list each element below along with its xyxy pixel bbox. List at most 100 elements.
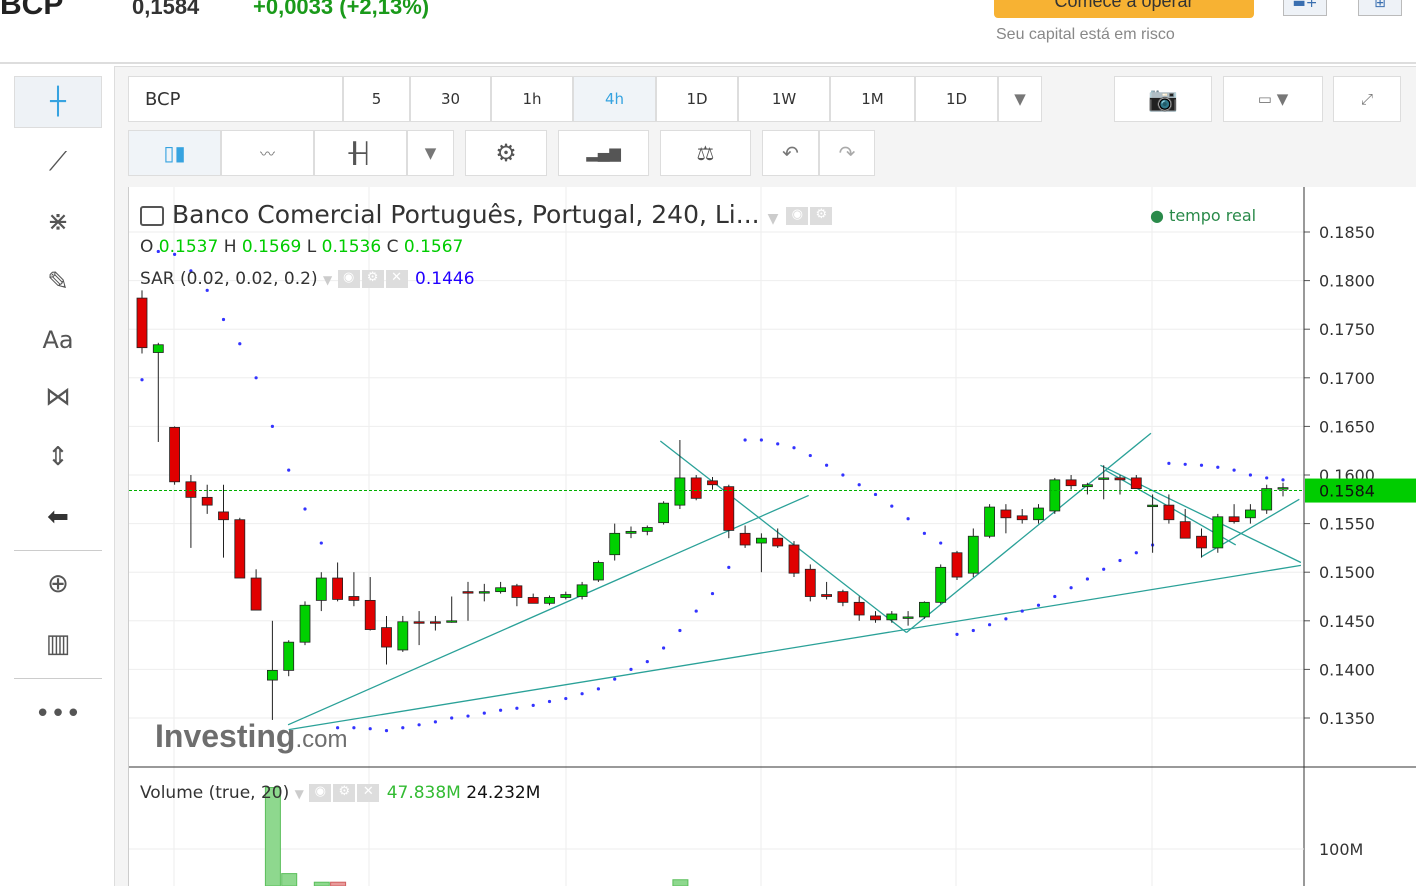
candle-body bbox=[185, 481, 197, 498]
crosshair-icon[interactable]: ┼ bbox=[14, 76, 102, 128]
candle-body bbox=[169, 426, 180, 483]
text-icon[interactable]: Aa bbox=[14, 314, 102, 366]
gear-icon[interactable]: ⚙ bbox=[361, 270, 384, 288]
volume-bar bbox=[330, 881, 347, 887]
volume-tick-label: 100M bbox=[1319, 840, 1363, 859]
sar-dot bbox=[710, 591, 715, 596]
interval-5[interactable]: 5 bbox=[343, 76, 410, 122]
volume-legend: Volume (true, 20) ▼ ◉ ⚙ ✕ 47.838M 24.232M bbox=[140, 783, 541, 803]
sar-dot bbox=[499, 708, 503, 712]
sar-dot bbox=[433, 720, 437, 724]
chart-type-dropdown-icon[interactable]: ▼ bbox=[407, 130, 454, 176]
chart-area[interactable]: 0.1850 0.1800 0.1750 0.1700 0.1650 0.1600 0.15… bbox=[128, 187, 1416, 887]
interval-1w[interactable]: 1W bbox=[738, 76, 830, 122]
candle-body bbox=[788, 544, 800, 574]
sar-dot bbox=[205, 288, 209, 292]
start-trading-button[interactable]: Comece a operar bbox=[994, 0, 1254, 18]
brush-icon[interactable]: ✎ bbox=[14, 256, 102, 308]
interval-1h[interactable]: 1h bbox=[491, 76, 573, 122]
close-icon[interactable]: ✕ bbox=[357, 784, 380, 802]
candle-body bbox=[413, 621, 425, 624]
candle-body bbox=[1065, 479, 1077, 487]
compare-icon[interactable]: ⚖ bbox=[660, 130, 751, 176]
ruler-icon[interactable]: ▥ bbox=[14, 618, 102, 670]
pattern-icon[interactable]: ⋈ bbox=[14, 371, 102, 423]
candle-body bbox=[234, 519, 246, 579]
sar-dot bbox=[743, 438, 747, 442]
layout-dropdown[interactable]: ▭ ▼ bbox=[1223, 76, 1323, 122]
candle-body bbox=[348, 596, 360, 601]
price-chart[interactable]: 0.18500.18000.17500.17000.16500.16000.15… bbox=[129, 187, 1416, 887]
sar-dot bbox=[906, 517, 910, 521]
volume-ma-value: 24.232M bbox=[466, 783, 541, 803]
candle-body bbox=[1147, 504, 1158, 508]
measure-icon[interactable]: ⇕ bbox=[14, 431, 102, 483]
more-icon[interactable]: ••• bbox=[14, 688, 102, 740]
candle-body bbox=[1261, 488, 1273, 511]
price-tick-label: 0.1850 bbox=[1319, 223, 1375, 242]
candle-body bbox=[218, 511, 229, 521]
candle-body bbox=[951, 552, 963, 578]
candle-body bbox=[1228, 516, 1240, 523]
eye-icon[interactable]: ◉ bbox=[309, 784, 332, 802]
candle-body bbox=[1245, 509, 1256, 519]
fullscreen-icon[interactable]: ⤢ bbox=[1333, 76, 1401, 122]
interval-30[interactable]: 30 bbox=[410, 76, 491, 122]
sar-dot bbox=[352, 726, 356, 730]
trend-line bbox=[659, 440, 907, 633]
symbol-input[interactable]: BCP bbox=[128, 76, 343, 122]
bars-icon[interactable]: ╂┤ bbox=[314, 130, 407, 176]
interval-dropdown-icon[interactable]: ▼ bbox=[998, 76, 1042, 122]
sar-dot bbox=[1265, 476, 1269, 480]
price-tick-label: 0.1400 bbox=[1319, 660, 1375, 679]
candle-body bbox=[136, 297, 148, 349]
divider bbox=[0, 62, 1416, 64]
candle-body bbox=[1163, 504, 1175, 521]
undo-icon[interactable]: ↶ bbox=[762, 130, 819, 176]
eye-icon[interactable]: ◉ bbox=[786, 207, 809, 225]
collapse-icon[interactable] bbox=[140, 206, 164, 226]
camera-icon[interactable]: 📷 bbox=[1114, 76, 1212, 122]
trend-line-icon[interactable]: ⟋ bbox=[14, 136, 102, 188]
add-portfolio-icon[interactable]: ▬+ bbox=[1283, 0, 1327, 16]
candle-body bbox=[1016, 515, 1028, 521]
candles-icon[interactable]: ▯▮ bbox=[128, 130, 221, 176]
trend-line bbox=[288, 564, 1302, 731]
interval-4h[interactable]: 4h bbox=[573, 76, 656, 122]
sar-dot bbox=[1020, 609, 1024, 613]
candle-body bbox=[723, 486, 735, 531]
indicators-icon[interactable]: ▂▄▆ bbox=[558, 130, 649, 176]
add-alert-icon[interactable]: ⊞ bbox=[1358, 0, 1402, 16]
candle-body bbox=[1000, 509, 1012, 519]
fib-icon[interactable]: ⋇ bbox=[14, 196, 102, 248]
gear-icon[interactable]: ⚙ bbox=[810, 207, 833, 225]
settings-icon[interactable]: ⚙ bbox=[465, 130, 547, 176]
ohlc-legend: O 0.1537 H 0.1569 L 0.1536 C 0.1567 bbox=[140, 237, 463, 257]
area-chart-icon[interactable]: 〰 bbox=[221, 130, 314, 176]
price-tick-label: 0.1450 bbox=[1319, 612, 1375, 631]
volume-value: 47.838M bbox=[386, 783, 461, 803]
sar-dot bbox=[254, 376, 258, 380]
interval-1m[interactable]: 1M bbox=[830, 76, 915, 122]
zoom-icon[interactable]: ⊕ bbox=[14, 558, 102, 610]
last-price: 0,1584 bbox=[132, 0, 200, 19]
sar-dot bbox=[1102, 567, 1106, 571]
eye-icon[interactable]: ◉ bbox=[337, 270, 360, 288]
sar-dot bbox=[417, 723, 421, 727]
sar-dot bbox=[825, 463, 829, 467]
redo-icon[interactable]: ↷ bbox=[819, 130, 875, 176]
interval-1d-alt[interactable]: 1D bbox=[915, 76, 998, 122]
candle-body bbox=[201, 496, 213, 506]
sar-dot bbox=[727, 565, 731, 569]
sar-dot bbox=[1232, 468, 1236, 472]
back-arrow-icon[interactable]: ⬅ bbox=[14, 491, 102, 543]
low-value: 0.1536 bbox=[321, 237, 382, 257]
interval-1d[interactable]: 1D bbox=[656, 76, 738, 122]
candle-body bbox=[853, 601, 865, 616]
sar-dot bbox=[1183, 462, 1187, 466]
sar-dot bbox=[988, 623, 992, 627]
candle-body bbox=[1179, 521, 1191, 539]
sar-dot bbox=[1248, 473, 1252, 477]
gear-icon[interactable]: ⚙ bbox=[333, 784, 356, 802]
close-icon[interactable]: ✕ bbox=[385, 270, 408, 288]
